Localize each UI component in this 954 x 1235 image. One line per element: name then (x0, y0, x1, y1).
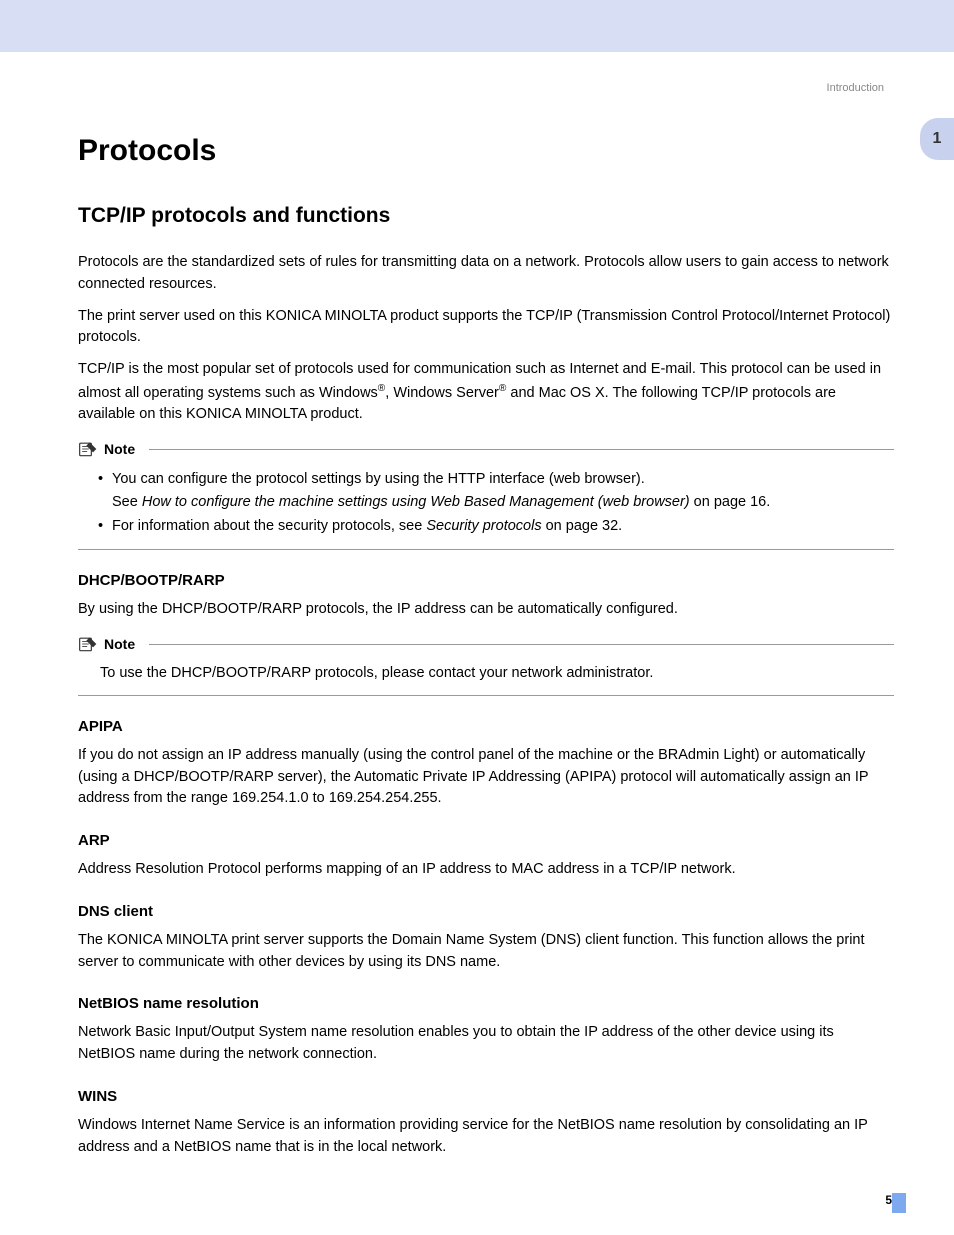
page-corner-marker (892, 1193, 906, 1213)
body-dhcp: By using the DHCP/BOOTP/RARP protocols, … (78, 599, 894, 621)
note-body: To use the DHCP/BOOTP/RARP protocols, pl… (78, 659, 894, 696)
body-netbios: Network Basic Input/Output System name r… (78, 1022, 894, 1066)
intro-para-1: Protocols are the standardized sets of r… (78, 252, 894, 296)
note-dhcp-text: To use the DHCP/BOOTP/RARP protocols, pl… (92, 663, 894, 685)
note-b1-l2c: on page 16. (690, 494, 771, 510)
note-block-1: Note You can configure the protocol sett… (78, 440, 894, 550)
heading-netbios: NetBIOS name resolution (78, 995, 894, 1012)
note-b1-l1: You can configure the protocol settings … (112, 471, 645, 487)
content-area: Introduction Protocols TCP/IP protocols … (0, 52, 954, 1208)
note-list: You can configure the protocol settings … (92, 468, 894, 537)
heading-apipa: APIPA (78, 718, 894, 735)
note-b2-link[interactable]: Security protocols (426, 518, 541, 534)
note-b1-l2a: See (112, 494, 142, 510)
note-body: You can configure the protocol settings … (78, 464, 894, 550)
note-icon (78, 635, 98, 653)
note-bullet-1: You can configure the protocol settings … (98, 468, 894, 513)
note-bullet-2: For information about the security proto… (98, 515, 894, 537)
note-rule (149, 449, 894, 450)
body-wins: Windows Internet Name Service is an info… (78, 1115, 894, 1159)
note-block-2: Note To use the DHCP/BOOTP/RARP protocol… (78, 635, 894, 696)
page: 1 Introduction Protocols TCP/IP protocol… (0, 0, 954, 1235)
note-icon (78, 440, 98, 458)
body-arp: Address Resolution Protocol performs map… (78, 859, 894, 881)
page-title: Protocols (78, 134, 894, 168)
heading-dhcp: DHCP/BOOTP/RARP (78, 572, 894, 589)
intro-p3-mid: , Windows Server (385, 385, 499, 401)
note-b2-a: For information about the security proto… (112, 518, 426, 534)
heading-wins: WINS (78, 1088, 894, 1105)
note-header: Note (78, 635, 894, 653)
note-b1-l2-link[interactable]: How to configure the machine settings us… (142, 494, 690, 510)
breadcrumb: Introduction (78, 82, 894, 94)
note-b2-c: on page 32. (542, 518, 623, 534)
heading-dns: DNS client (78, 903, 894, 920)
note-label: Note (104, 441, 135, 457)
section-heading-tcpip: TCP/IP protocols and functions (78, 204, 894, 228)
page-number: 5 (885, 1193, 892, 1207)
note-label: Note (104, 636, 135, 652)
heading-arp: ARP (78, 832, 894, 849)
body-apipa: If you do not assign an IP address manua… (78, 745, 894, 810)
intro-para-2: The print server used on this KONICA MIN… (78, 306, 894, 350)
top-band (0, 0, 954, 52)
body-dns: The KONICA MINOLTA print server supports… (78, 930, 894, 974)
note-header: Note (78, 440, 894, 458)
intro-para-3: TCP/IP is the most popular set of protoc… (78, 359, 894, 426)
note-rule (149, 644, 894, 645)
